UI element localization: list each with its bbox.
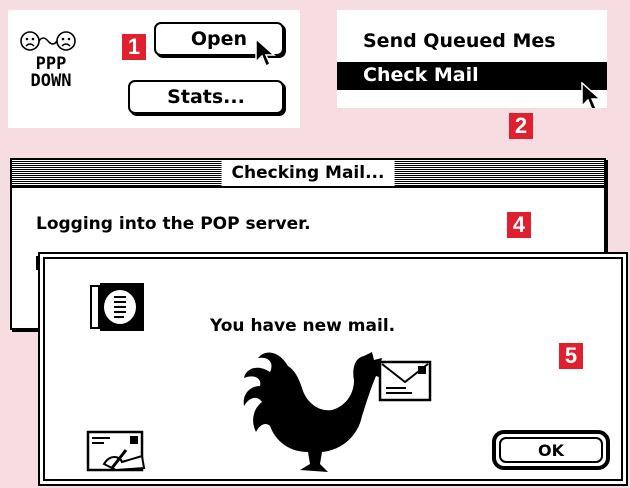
stats-button[interactable]: Stats... <box>128 80 284 114</box>
rooster-icon <box>243 352 432 472</box>
ppp-status-line2: DOWN <box>30 71 72 91</box>
step-badge-1: 1 <box>122 34 146 60</box>
step-badge-5: 5 <box>559 343 583 369</box>
window-title-bar[interactable]: Checking Mail... <box>12 160 604 188</box>
window-title: Checking Mail... <box>221 160 395 186</box>
menu-item-send-queued[interactable]: Send Queued Mes <box>363 30 556 52</box>
mail-bubble-icon <box>90 283 144 331</box>
ppp-status: PPP DOWN <box>24 56 78 90</box>
menu-item-check-mail[interactable]: Check Mail <box>337 62 607 90</box>
alert-message: You have new mail. <box>210 316 396 336</box>
step-badge-2: 2 <box>509 113 533 139</box>
progress-message: Logging into the POP server. <box>36 214 311 234</box>
menu-item-check-mail-label: Check Mail <box>363 64 479 86</box>
mouse-pointer-icon <box>255 38 276 68</box>
new-mail-alert: You have new mail. OK <box>38 252 628 486</box>
step-badge-4: 4 <box>507 212 531 238</box>
ok-button-ring: OK <box>492 430 610 470</box>
mail-menu: Send Queued Mes Check Mail <box>337 10 607 108</box>
modem-faces-icon <box>20 31 76 51</box>
mouse-pointer-icon <box>581 82 602 108</box>
ppp-panel: PPP DOWN 1 Open Stats... <box>8 10 300 128</box>
ok-button[interactable]: OK <box>499 437 603 463</box>
envelope-pen-icon <box>86 430 146 472</box>
